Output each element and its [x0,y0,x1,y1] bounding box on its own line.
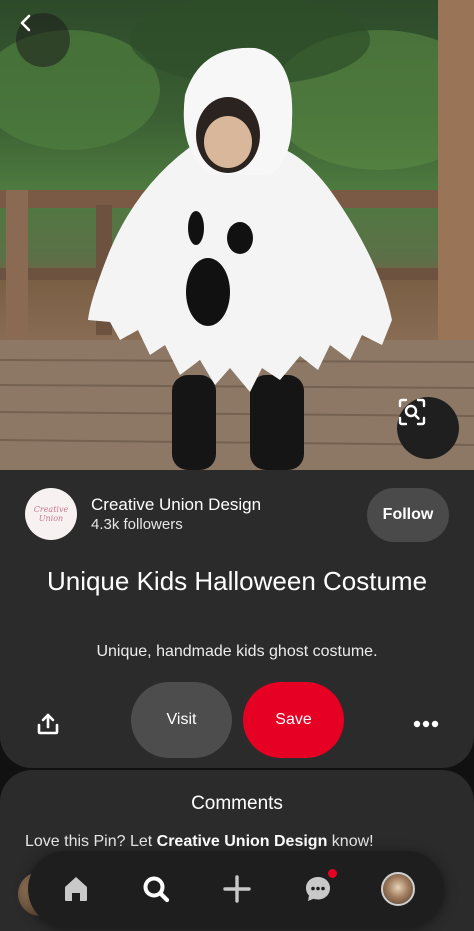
comments-prompt-creator[interactable]: Creative Union Design [157,833,328,850]
bottom-nav-bar [28,851,444,927]
share-button[interactable] [28,704,68,744]
nav-home[interactable] [56,869,96,909]
home-icon [65,877,87,901]
comments-prompt-suffix: know! [327,833,374,850]
notification-dot [328,869,337,878]
profile-avatar [381,872,415,906]
search-icon [143,876,170,903]
comments-title: Comments [191,793,283,814]
share-icon [37,713,59,735]
nav-profile[interactable] [378,869,418,909]
save-button[interactable]: Save [243,682,344,758]
comments-prompt: Love this Pin? Let Creative Union Design… [25,833,374,851]
nav-search[interactable] [136,869,176,909]
creator-avatar[interactable]: Creative Union [25,488,77,540]
lens-search-icon [398,398,426,426]
more-icon [413,720,439,728]
nav-messages[interactable] [298,869,338,909]
visit-button[interactable]: Visit [131,682,232,758]
nav-create[interactable] [217,869,257,909]
visual-search-button[interactable] [397,397,459,459]
chat-icon [306,877,330,901]
plus-icon [223,875,251,903]
pin-title: Unique Kids Halloween Costume [46,566,428,596]
pin-description: Unique, handmade kids ghost costume. [96,643,378,660]
creator-name[interactable]: Creative Union Design [91,495,261,515]
comments-prompt-prefix: Love this Pin? Let [25,833,157,850]
pin-details-card: Creative Union Creative Union Design 4.3… [0,470,474,768]
avatar-logo-text: Creative Union [33,505,69,523]
follower-count: 4.3k followers [91,516,183,533]
back-button[interactable] [16,13,70,67]
follow-button[interactable]: Follow [367,488,449,542]
pin-image[interactable] [0,0,474,470]
more-options-button[interactable] [406,704,446,744]
chevron-left-icon [20,14,31,32]
